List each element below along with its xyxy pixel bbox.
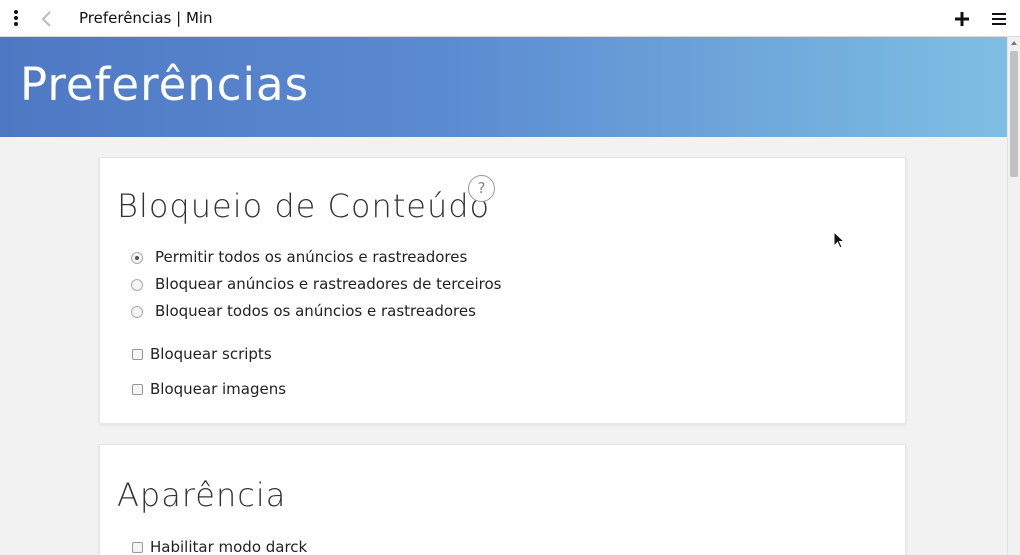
content-blocking-title: Bloqueio de Conteúdo	[117, 187, 491, 225]
radio-label: Bloquear anúncios e rastreadores de terc…	[155, 275, 502, 293]
page-title: Preferências	[20, 58, 310, 111]
checkbox[interactable]	[132, 384, 143, 395]
appearance-card: Aparência Habilitar modo darck	[99, 444, 906, 555]
vertical-scrollbar[interactable]	[1007, 37, 1020, 555]
content-blocking-card: Bloqueio de Conteúdo ? Permitir todos os…	[99, 157, 906, 424]
hamburger-menu-icon[interactable]	[989, 9, 1009, 29]
scroll-up-icon[interactable]	[1011, 41, 1017, 45]
help-icon[interactable]: ?	[468, 175, 495, 202]
checkbox[interactable]	[132, 349, 143, 360]
kebab-menu-icon[interactable]	[9, 9, 23, 29]
page-header-banner: Preferências	[0, 37, 1007, 137]
checkbox-label: Bloquear imagens	[150, 380, 287, 398]
mouse-cursor-icon	[833, 230, 847, 251]
appearance-title: Aparência	[117, 476, 287, 514]
radio-button[interactable]	[131, 279, 143, 291]
radio-button[interactable]	[131, 252, 143, 264]
plus-icon[interactable]	[952, 9, 972, 29]
scrollbar-thumb[interactable]	[1010, 51, 1018, 177]
radio-label: Permitir todos os anúncios e rastreadore…	[155, 248, 468, 266]
back-arrow-icon[interactable]	[38, 9, 56, 29]
checkbox[interactable]	[132, 542, 143, 553]
checkbox-label: Habilitar modo darck	[150, 538, 308, 555]
checkbox-label: Bloquear scripts	[150, 345, 272, 363]
radio-label: Bloquear todos os anúncios e rastreadore…	[155, 302, 476, 320]
window-title: Preferências | Min	[79, 9, 213, 27]
title-bar: Preferências | Min	[0, 0, 1020, 37]
radio-button[interactable]	[131, 306, 143, 318]
